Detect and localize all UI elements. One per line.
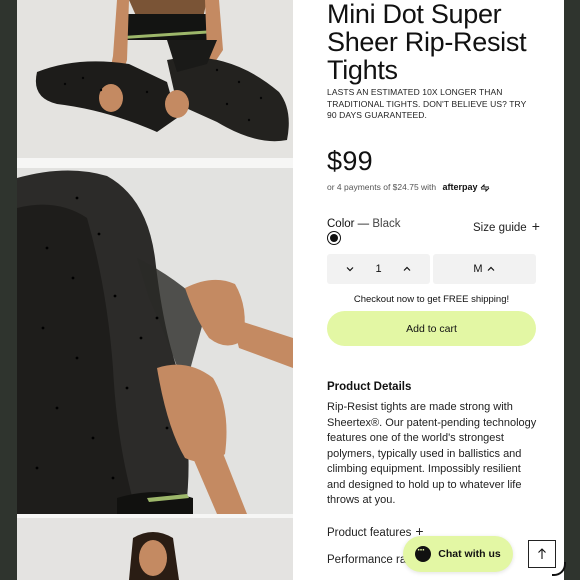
arrow-up-icon [538,548,546,559]
shipping-promo: Checkout now to get FREE shipping! [353,294,510,305]
chat-with-us-button[interactable]: Chat with us [403,536,513,572]
product-details-heading: Product Details [327,381,412,393]
chevron-up-icon[interactable] [402,264,412,274]
accordion-label: Product features [327,527,412,539]
accordion-label: Performance rati [327,554,413,566]
chevron-up-icon [487,266,495,271]
product-photo-model[interactable] [17,518,293,580]
size-select[interactable]: M [433,254,536,284]
add-to-cart-button[interactable]: Add to cart [327,311,536,346]
quantity-value: 1 [375,263,382,275]
chat-bubble-icon [415,545,432,562]
color-value: Black [372,218,401,230]
afterpay-logo[interactable]: afterpay [443,182,478,192]
size-value: M [473,263,483,275]
installments-text: or 4 payments of $24.75 with [327,182,437,192]
product-details-body: Rip-Resist tights are made strong with S… [327,401,537,506]
product-tagline: LASTS AN ESTIMATED 10X LONGER THAN TRADI… [327,87,527,120]
product-price: $99 [327,146,373,176]
product-gallery[interactable] [17,0,293,580]
afterpay-installments: or 4 payments of $24.75 with afterpay [327,182,490,192]
product-photo-seated[interactable] [17,0,293,158]
gallery-divider [17,158,293,168]
chat-label: Chat with us [438,548,501,560]
accordion-performance-rating[interactable]: Performance rati [327,554,412,566]
product-page: Mini Dot Super Sheer Rip-Resist Tights L… [17,0,564,580]
chevron-down-icon[interactable] [345,264,355,274]
color-label: Color — [327,218,370,230]
size-guide-link[interactable]: Size guide + [473,218,540,234]
quantity-stepper[interactable]: 1 [327,254,430,284]
plus-icon: + [531,218,540,234]
color-swatch-black[interactable] [327,231,341,245]
color-selector-label: Color — Black [327,218,401,230]
product-title: Mini Dot Super Sheer Rip-Resist Tights [327,0,527,85]
accordion-product-features[interactable]: Product features + [327,523,424,539]
afterpay-arrows-icon [480,183,490,192]
swatch-fill [330,234,338,242]
size-guide-label: Size guide [473,222,527,234]
product-photo-stretch[interactable] [17,168,293,514]
